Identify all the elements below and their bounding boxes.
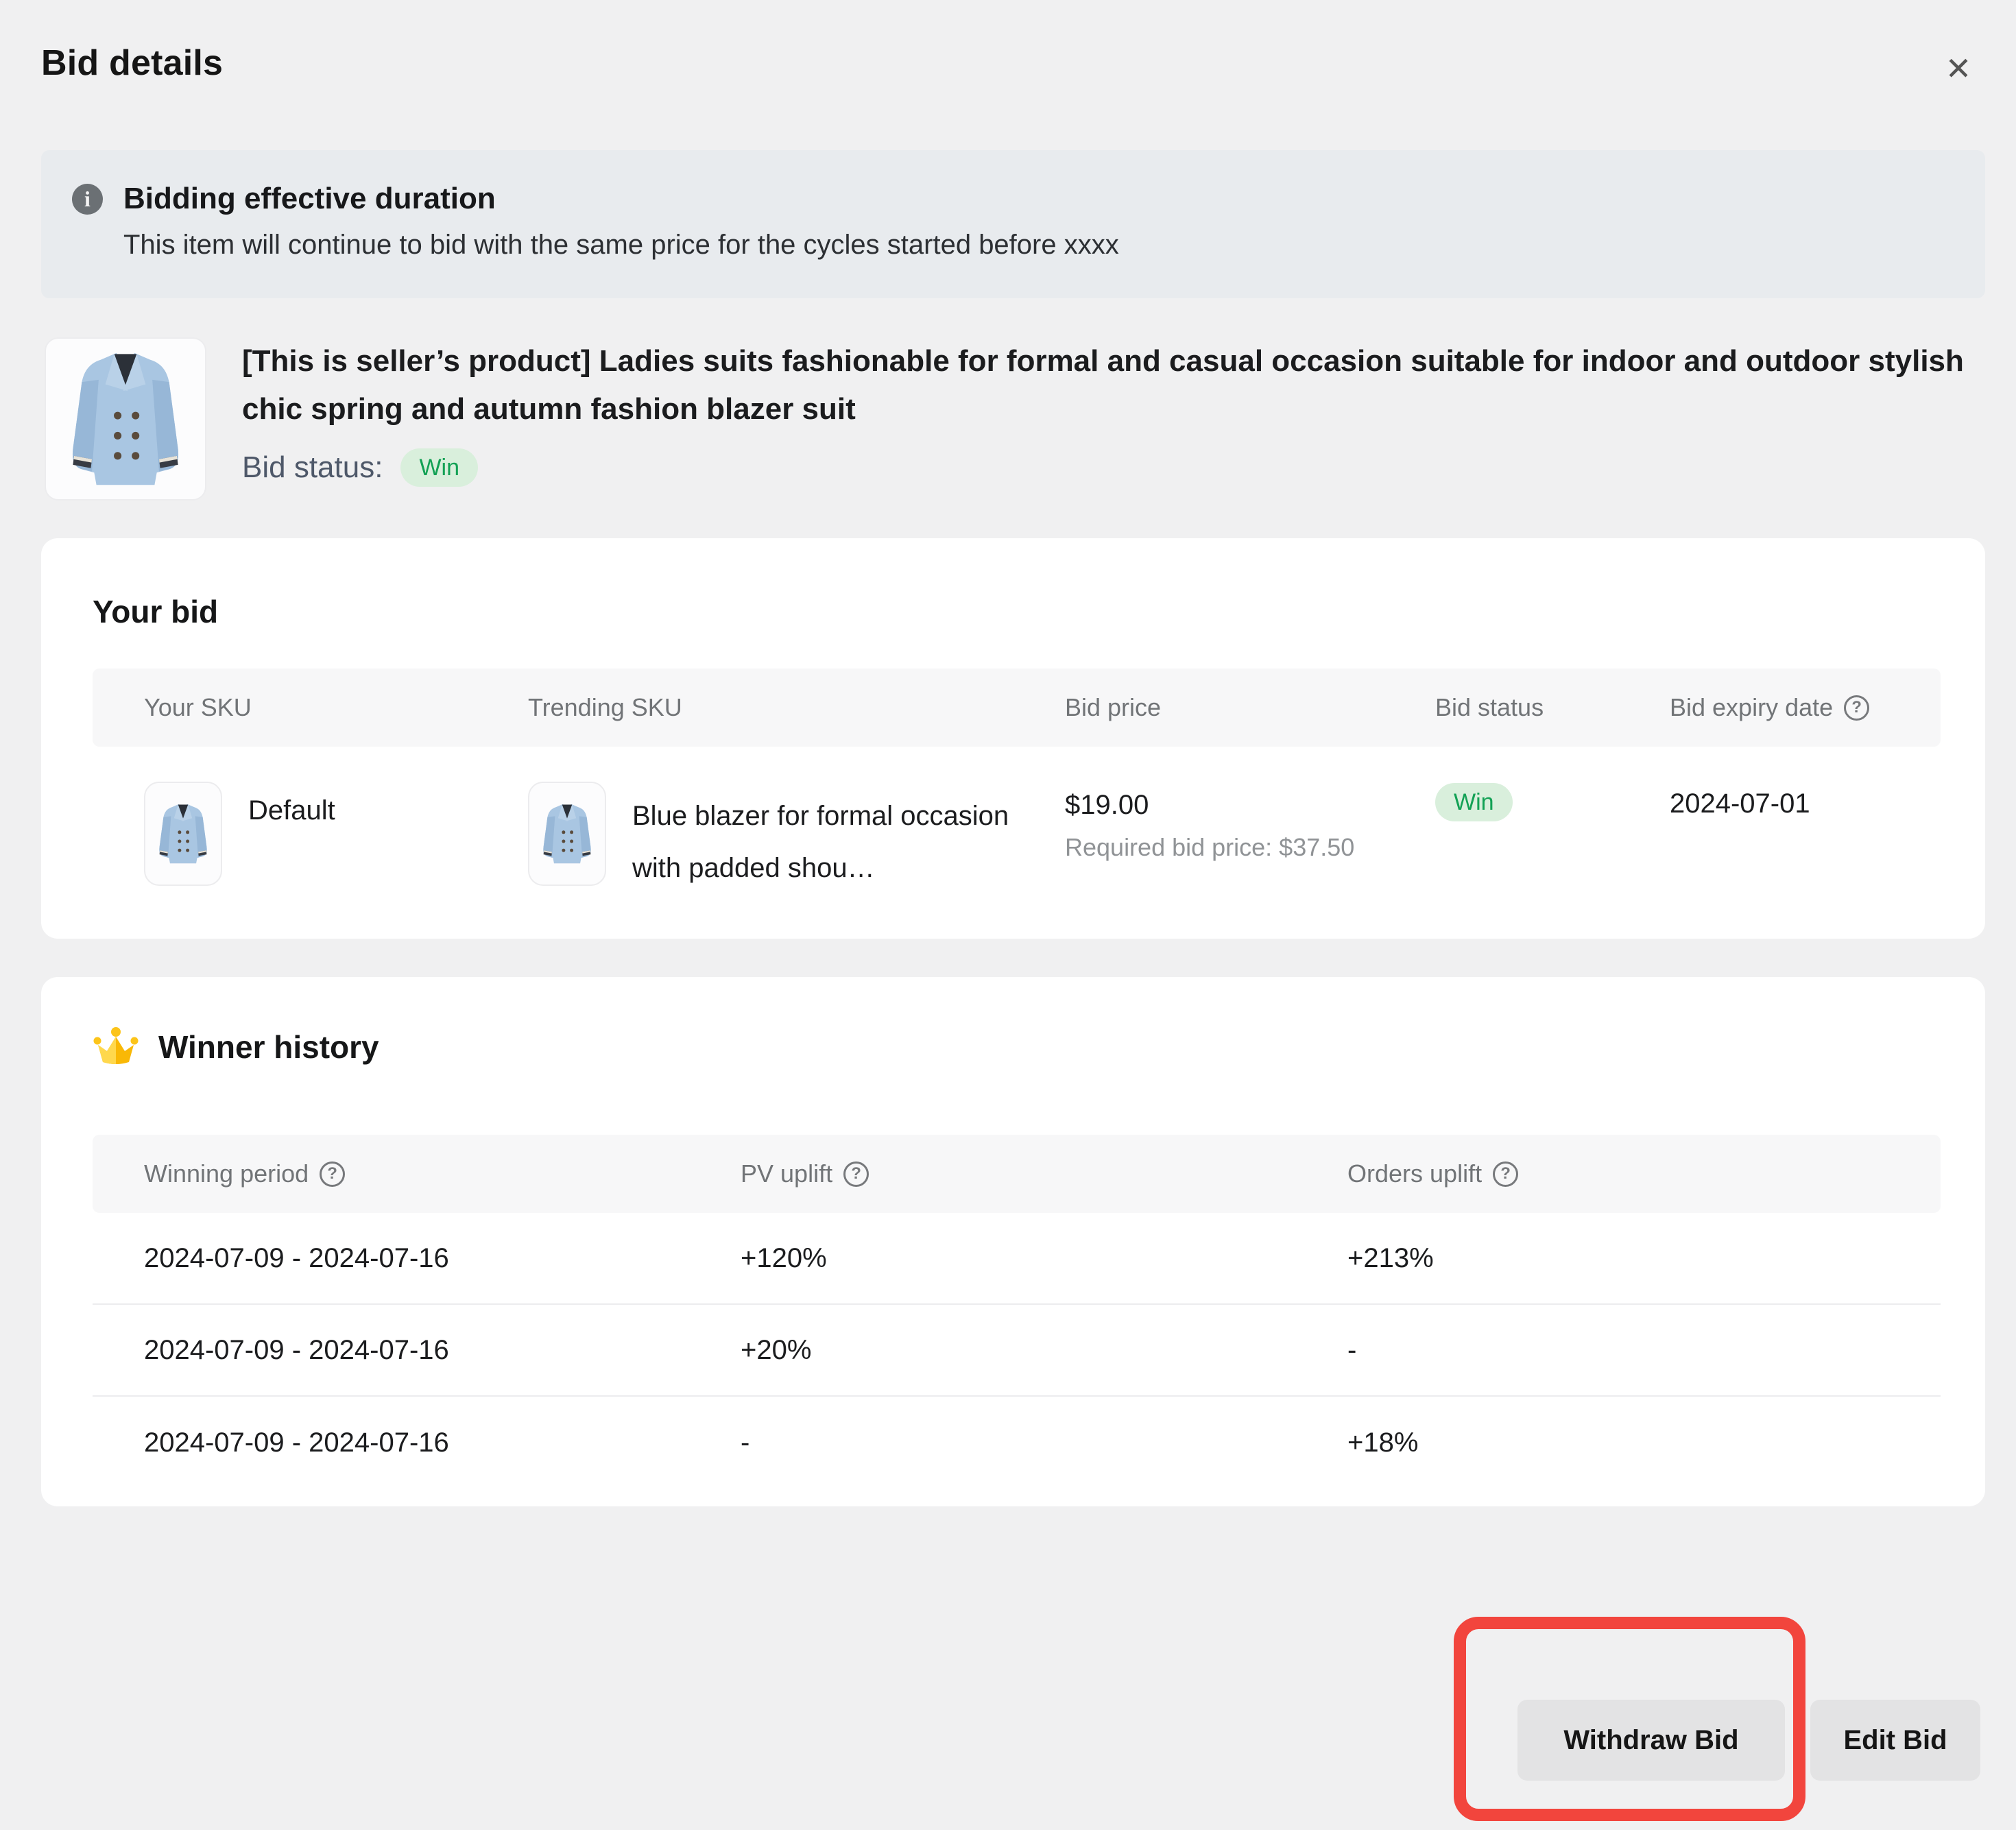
your-sku-thumbnail — [144, 782, 222, 886]
column-bid-status: Bid status — [1435, 693, 1670, 722]
question-icon[interactable]: ? — [320, 1161, 345, 1187]
column-pv-uplift: PV uplift ? — [741, 1159, 1347, 1188]
info-icon: i — [72, 184, 103, 215]
question-icon[interactable]: ? — [1493, 1161, 1518, 1187]
table-row: Default Blue blazer for formal occasion … — [93, 782, 1941, 894]
bid-details-modal: Bid details ✕ i Bidding effective durati… — [0, 0, 2016, 1830]
winner-history-table-header: Winning period ? PV uplift ? Orders upli… — [93, 1135, 1941, 1213]
page-title: Bid details — [41, 43, 223, 84]
pv-uplift: - — [741, 1428, 1347, 1458]
bid-status-cell: Win — [1435, 782, 1670, 894]
edit-bid-button[interactable]: Edit Bid — [1810, 1700, 1980, 1781]
crown-icon — [93, 1026, 139, 1068]
trending-sku-thumbnail — [528, 782, 606, 886]
winning-period: 2024-07-09 - 2024-07-16 — [144, 1335, 741, 1366]
winning-period: 2024-07-09 - 2024-07-16 — [144, 1428, 741, 1458]
your-bid-heading: Your bid — [93, 593, 218, 630]
winning-period: 2024-07-09 - 2024-07-16 — [144, 1243, 741, 1274]
bid-price-cell: $19.00 Required bid price: $37.50 — [1065, 782, 1435, 894]
close-button[interactable]: ✕ — [1936, 47, 1980, 91]
bid-status-badge: Win — [1435, 783, 1513, 821]
question-icon[interactable]: ? — [843, 1161, 869, 1187]
product-image — [45, 337, 206, 501]
your-sku-name: Default — [248, 790, 335, 831]
trending-sku-name: Blue blazer for formal occasion with pad… — [632, 790, 1016, 894]
required-bid-price: Required bid price: $37.50 — [1065, 832, 1435, 863]
column-orders-uplift: Orders uplift ? — [1347, 1159, 1889, 1188]
orders-uplift: +213% — [1347, 1243, 1889, 1274]
winner-history-heading: Winner history — [158, 1028, 379, 1066]
your-bid-table-header: Your SKU Trending SKU Bid price Bid stat… — [93, 669, 1941, 747]
product-summary: [This is seller’s product] Ladies suits … — [45, 337, 1970, 501]
table-row: 2024-07-09 - 2024-07-16 - +18% — [93, 1397, 1941, 1489]
withdraw-bid-button[interactable]: Withdraw Bid — [1517, 1700, 1785, 1781]
bid-status-label: Bid status: — [242, 450, 383, 485]
bid-status-badge: Win — [400, 448, 478, 487]
column-winning-period: Winning period ? — [144, 1159, 741, 1188]
blazer-illustration — [58, 346, 193, 492]
blazer-illustration — [537, 788, 597, 880]
bid-expiry-date-cell: 2024-07-01 — [1670, 782, 1889, 894]
question-icon[interactable]: ? — [1844, 695, 1869, 721]
column-bid-expiry-date: Bid expiry date ? — [1670, 693, 1889, 722]
winner-history-rows: 2024-07-09 - 2024-07-16 +120% +213% 2024… — [93, 1213, 1941, 1489]
bidding-duration-banner: i Bidding effective duration This item w… — [41, 150, 1985, 298]
pv-uplift: +120% — [741, 1243, 1347, 1274]
trending-sku-cell: Blue blazer for formal occasion with pad… — [528, 782, 1065, 894]
orders-uplift: +18% — [1347, 1428, 1889, 1458]
column-trending-sku: Trending SKU — [528, 693, 1065, 722]
pv-uplift: +20% — [741, 1335, 1347, 1366]
your-sku-cell: Default — [144, 782, 528, 894]
product-title: [This is seller’s product] Ladies suits … — [242, 337, 1970, 433]
table-row: 2024-07-09 - 2024-07-16 +20% - — [93, 1305, 1941, 1397]
winner-history-card: Winner history Winning period ? PV uplif… — [41, 977, 1985, 1506]
column-your-sku: Your SKU — [144, 693, 528, 722]
close-icon: ✕ — [1945, 50, 1972, 87]
table-row: 2024-07-09 - 2024-07-16 +120% +213% — [93, 1213, 1941, 1305]
blazer-illustration — [153, 788, 213, 880]
bid-price: $19.00 — [1065, 787, 1435, 823]
banner-title: Bidding effective duration — [123, 182, 496, 216]
column-bid-price: Bid price — [1065, 693, 1435, 722]
orders-uplift: - — [1347, 1335, 1889, 1366]
your-bid-card: Your bid Your SKU Trending SKU Bid price… — [41, 538, 1985, 939]
banner-description: This item will continue to bid with the … — [72, 230, 1944, 261]
